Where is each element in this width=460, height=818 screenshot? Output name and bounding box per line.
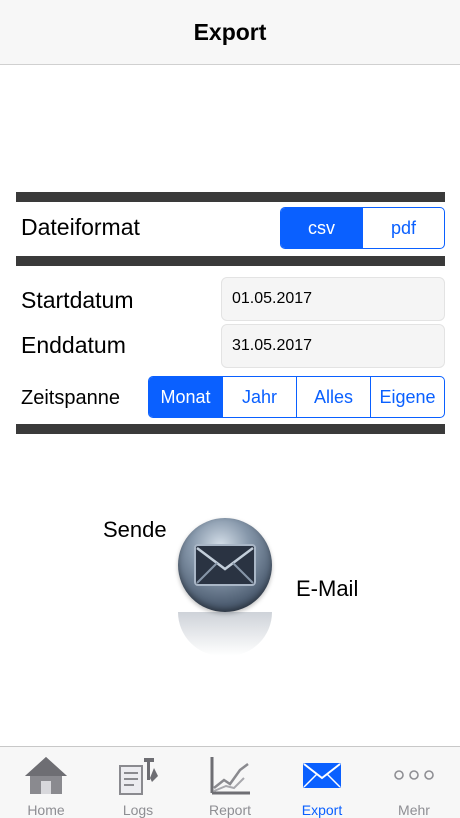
- segment-year[interactable]: Jahr: [222, 377, 296, 417]
- start-date-label: Startdatum: [21, 287, 134, 313]
- page-title: Export: [193, 18, 267, 45]
- segment-custom[interactable]: Eigene: [370, 377, 444, 417]
- end-date-field[interactable]: 31.05.2017: [221, 324, 445, 368]
- section-divider-top: [16, 192, 445, 202]
- report-chart-icon: [205, 753, 255, 796]
- mail-button-reflection: [178, 612, 272, 656]
- segment-month[interactable]: Monat: [149, 377, 222, 417]
- envelope-icon: [297, 753, 347, 796]
- home-icon: [21, 753, 71, 796]
- tab-report-label: Report: [208, 802, 252, 818]
- tab-export[interactable]: Export: [276, 747, 368, 818]
- tab-export-label: Export: [301, 802, 343, 818]
- section-divider-middle: [16, 256, 445, 266]
- tab-report[interactable]: Report: [184, 747, 276, 818]
- tab-more[interactable]: Mehr: [368, 747, 460, 818]
- timespan-segmented-control: Monat Jahr Alles Eigene: [148, 376, 445, 418]
- file-format-segmented-control: csv pdf: [280, 207, 445, 249]
- tab-home[interactable]: Home: [0, 747, 92, 818]
- segment-all[interactable]: Alles: [296, 377, 370, 417]
- tab-logs[interactable]: Logs: [92, 747, 184, 818]
- timespan-label: Zeitspanne: [21, 387, 120, 409]
- segment-csv[interactable]: csv: [281, 208, 362, 248]
- file-format-label: Dateiformat: [21, 214, 140, 240]
- mail-envelope-icon: [194, 544, 256, 586]
- segment-pdf[interactable]: pdf: [362, 208, 444, 248]
- email-label: E-Mail: [296, 576, 359, 601]
- start-date-field[interactable]: 01.05.2017: [221, 277, 445, 321]
- section-divider-bottom: [16, 424, 445, 434]
- logs-icon: [113, 753, 163, 796]
- send-email-button[interactable]: [178, 518, 272, 612]
- tab-logs-label: Logs: [122, 802, 154, 818]
- end-date-label: Enddatum: [21, 332, 126, 358]
- tab-bar: Home Logs Report Export Mehr: [0, 746, 460, 818]
- send-label: Sende: [103, 517, 167, 542]
- tab-home-label: Home: [27, 802, 65, 818]
- navigation-bar: Export: [0, 0, 460, 65]
- tab-more-label: Mehr: [398, 802, 430, 818]
- more-dots-icon: [389, 753, 439, 796]
